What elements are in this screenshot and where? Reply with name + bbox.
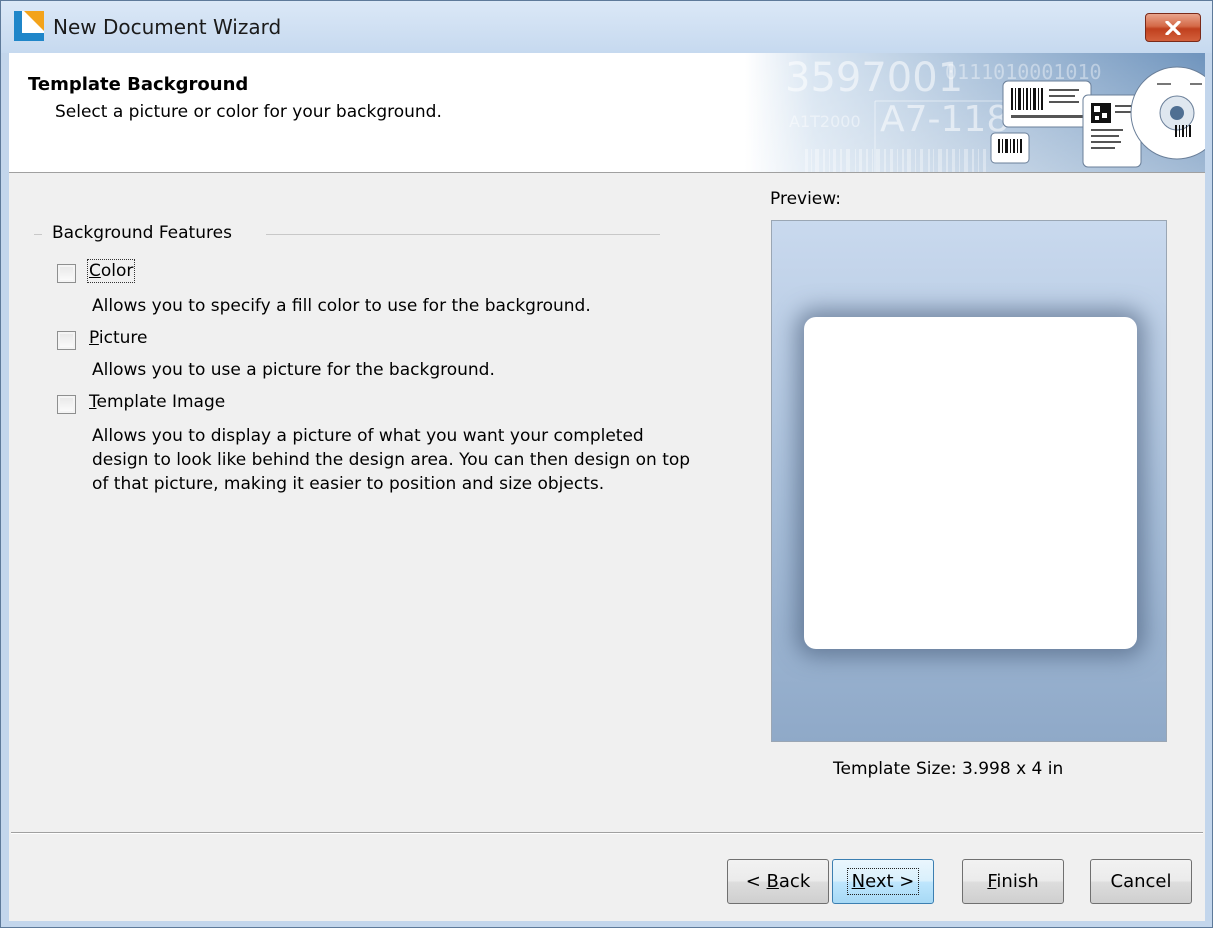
footer-separator xyxy=(11,832,1203,834)
wizard-window: New Document Wizard Template Background … xyxy=(0,0,1213,928)
page-subtitle: Select a picture or color for your backg… xyxy=(55,102,442,122)
color-description: Allows you to specify a fill color to us… xyxy=(92,296,591,316)
wizard-client-area: Template Background Select a picture or … xyxy=(9,53,1205,921)
group-label: Background Features xyxy=(49,223,235,243)
close-icon xyxy=(1165,20,1181,35)
window-title: New Document Wizard xyxy=(53,15,282,39)
title-bar[interactable]: New Document Wizard xyxy=(1,1,1212,53)
color-checkbox[interactable] xyxy=(57,264,76,283)
preview-panel xyxy=(771,220,1167,742)
preview-label: Preview: xyxy=(770,189,841,209)
group-line-left xyxy=(34,234,42,235)
group-line-right xyxy=(266,234,660,235)
template-size-text: Template Size: 3.998 x 4 in xyxy=(833,759,1064,779)
template-image-checkbox-label[interactable]: Template Image xyxy=(89,392,225,412)
preview-template-card xyxy=(804,317,1137,649)
template-image-checkbox[interactable] xyxy=(57,395,76,414)
finish-button[interactable]: Finish xyxy=(962,859,1064,904)
color-checkbox-label[interactable]: Color xyxy=(86,259,136,283)
header-banner-graphic: 3597001 0111010001010 A7-118 A1T2000 xyxy=(745,53,1205,172)
banner-number-text: 3597001 xyxy=(785,55,963,101)
picture-description: Allows you to use a picture for the back… xyxy=(92,360,495,380)
cancel-button[interactable]: Cancel xyxy=(1090,859,1192,904)
banner-binary-text: 0111010001010 xyxy=(945,60,1102,84)
picture-checkbox[interactable] xyxy=(57,331,76,350)
banner-label-card-icon xyxy=(1002,80,1092,128)
next-button[interactable]: Next > xyxy=(832,859,934,904)
banner-small-label-icon xyxy=(990,132,1030,164)
close-button[interactable] xyxy=(1145,13,1201,42)
banner-code-small-text: A1T2000 xyxy=(789,112,861,131)
wizard-header: Template Background Select a picture or … xyxy=(9,53,1205,173)
back-button[interactable]: < Back xyxy=(727,859,829,904)
banner-code-text: A7-118 xyxy=(880,99,1009,140)
page-title: Template Background xyxy=(28,74,249,95)
template-image-description: Allows you to display a picture of what … xyxy=(92,426,691,494)
picture-checkbox-label[interactable]: Picture xyxy=(89,328,147,348)
app-logo-icon xyxy=(14,11,44,41)
